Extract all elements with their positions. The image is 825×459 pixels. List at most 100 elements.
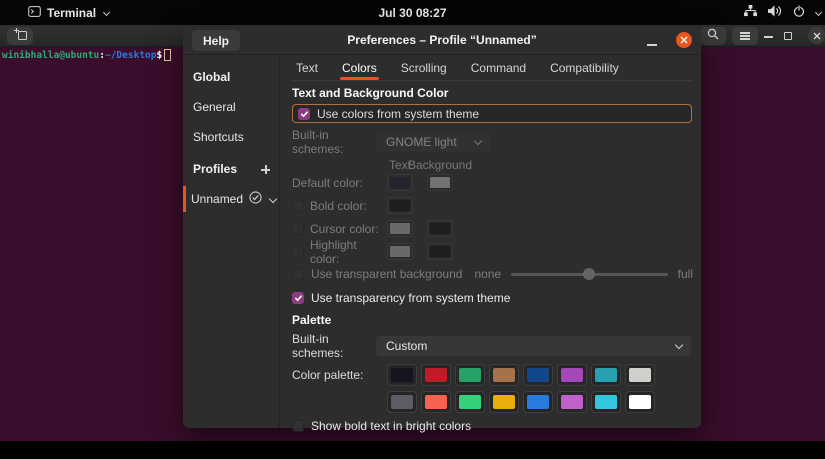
palette-builtin-schemes-dropdown[interactable]: Custom	[376, 336, 691, 356]
palette-swatch-magenta[interactable]	[557, 364, 587, 386]
new-tab-icon	[13, 27, 27, 45]
sidebar-item-profiles[interactable]: Profiles	[183, 154, 279, 184]
preferences-sidebar: Global General Shortcuts Profiles Unname…	[183, 55, 280, 428]
hamburger-menu-button[interactable]	[732, 27, 758, 45]
bold-color-label: Bold color:	[310, 198, 367, 213]
sidebar-item-general[interactable]: General	[183, 92, 279, 122]
palette-swatch-bright-green[interactable]	[455, 391, 485, 413]
terminal-prompt: winibhalla@ubuntu: ~/Desktop $	[2, 49, 172, 61]
dialog-minimize-button[interactable]	[647, 44, 657, 46]
clock[interactable]: Jul 30 08:27	[378, 0, 446, 25]
palette-swatch-black[interactable]	[387, 364, 417, 386]
highlight-text-color-swatch	[387, 243, 413, 260]
tab-compatibility[interactable]: Compatibility	[548, 56, 621, 80]
cursor-color-label: Cursor color:	[310, 221, 379, 236]
highlight-color-checkbox	[292, 245, 304, 258]
transparency-none-label: none	[474, 267, 502, 281]
use-system-theme-row[interactable]: Use colors from system theme	[292, 104, 692, 123]
terminal-cursor	[164, 49, 172, 61]
builtin-schemes-row: Built-in schemes: GNOME light	[292, 128, 693, 156]
palette-builtin-schemes-label: Built-in schemes:	[292, 332, 344, 360]
color-palette-row: Color palette:	[292, 364, 693, 413]
app-indicator-terminal[interactable]: Terminal	[28, 0, 111, 25]
search-icon	[707, 27, 719, 45]
close-icon	[680, 33, 688, 47]
help-button[interactable]: Help	[192, 30, 241, 51]
transparent-background-label: Use transparent background	[311, 267, 463, 281]
palette-swatch-cyan[interactable]	[591, 364, 621, 386]
transparency-system-theme-row[interactable]: Use transparency from system theme	[292, 290, 693, 305]
sidebar-item-global[interactable]: Global	[183, 62, 279, 92]
highlight-background-color-swatch	[427, 243, 453, 260]
tab-bar: Text Colors Scrolling Command Compatibil…	[292, 55, 693, 81]
palette-swatch-bright-yellow[interactable]	[489, 391, 519, 413]
palette-swatch-bright-cyan[interactable]	[591, 391, 621, 413]
profile-check-circle-icon	[249, 191, 262, 207]
new-tab-button[interactable]	[7, 27, 33, 45]
profile-chevron-down-icon	[268, 194, 278, 204]
bold-bright-row[interactable]: Show bold text in bright colors	[292, 419, 693, 433]
tab-command[interactable]: Command	[469, 56, 528, 80]
palette-builtin-schemes-row: Built-in schemes: Custom	[292, 332, 693, 360]
volume-icon	[768, 5, 782, 20]
transparency-system-theme-checkbox[interactable]	[292, 291, 304, 304]
cursor-background-color-swatch	[427, 220, 453, 237]
palette-swatch-bright-blue[interactable]	[523, 391, 553, 413]
bold-bright-label: Show bold text in bright colors	[311, 419, 472, 433]
tray-chevron-down-icon	[814, 8, 823, 17]
palette-swatch-bright-black[interactable]	[387, 391, 417, 413]
builtin-schemes-label: Built-in schemes:	[292, 128, 344, 156]
system-tray[interactable]	[744, 0, 823, 25]
prompt-dollar: $	[156, 49, 163, 61]
bold-bright-checkbox[interactable]	[292, 420, 304, 432]
palette-swatch-red[interactable]	[421, 364, 451, 386]
bold-color-row: Bold color:	[292, 194, 693, 217]
terminal-app-icon	[28, 5, 41, 20]
terminal-minimize-button[interactable]	[764, 36, 773, 38]
add-profile-button[interactable]	[261, 165, 270, 174]
sidebar-item-shortcuts[interactable]: Shortcuts	[183, 122, 279, 152]
tab-scrolling[interactable]: Scrolling	[399, 56, 449, 80]
palette-swatch-bright-white[interactable]	[625, 391, 655, 413]
network-icon	[744, 5, 757, 20]
palette-swatch-yellow[interactable]	[489, 364, 519, 386]
palette-swatch-bright-red[interactable]	[421, 391, 451, 413]
transparent-background-row: Use transparent background none full	[292, 263, 693, 285]
dropdown-chevron-icon	[473, 136, 483, 146]
dialog-close-button[interactable]	[676, 32, 692, 48]
tab-text[interactable]: Text	[294, 56, 320, 80]
default-color-row: Default color:	[292, 171, 693, 194]
section-title-text-background: Text and Background Color	[292, 86, 449, 100]
palette-swatch-blue[interactable]	[523, 364, 553, 386]
terminal-close-button[interactable]	[808, 27, 825, 44]
app-menu-label: Terminal	[47, 5, 97, 20]
tab-colors[interactable]: Colors	[340, 56, 379, 80]
transparency-slider	[511, 268, 668, 280]
transparent-background-checkbox	[292, 268, 304, 280]
highlight-color-label: Highlight color:	[310, 237, 357, 266]
prompt-user-host: winibhalla@ubuntu	[2, 49, 100, 61]
cursor-text-color-swatch	[387, 220, 413, 237]
palette-swatch-white[interactable]	[625, 364, 655, 386]
highlight-color-row: Highlight color:	[292, 237, 693, 266]
section-title-palette: Palette	[292, 313, 332, 327]
palette-swatch-bright-magenta[interactable]	[557, 391, 587, 413]
sidebar-item-profile-unnamed[interactable]: Unnamed	[183, 184, 279, 214]
power-icon	[793, 5, 805, 20]
bold-color-checkbox	[292, 199, 304, 212]
terminal-maximize-button[interactable]	[784, 32, 792, 40]
palette-swatch-green[interactable]	[455, 364, 485, 386]
use-system-theme-checkbox[interactable]	[298, 107, 310, 120]
cursor-color-checkbox	[292, 222, 304, 235]
transparency-slider-handle	[583, 268, 596, 280]
prompt-path: ~/Desktop	[104, 49, 157, 61]
search-button[interactable]	[700, 27, 726, 45]
default-color-label: Default color:	[292, 175, 363, 190]
column-header-background: Background	[407, 158, 473, 172]
use-system-theme-label: Use colors from system theme	[317, 106, 480, 121]
bold-color-swatch	[387, 197, 413, 214]
preferences-dialog: Help Preferences – Profile “Unnamed” Glo…	[183, 26, 701, 433]
top-bar: Terminal Jul 30 08:27	[0, 0, 825, 25]
dropdown-chevron-icon	[674, 340, 684, 350]
dialog-title: Preferences – Profile “Unnamed”	[347, 33, 537, 47]
